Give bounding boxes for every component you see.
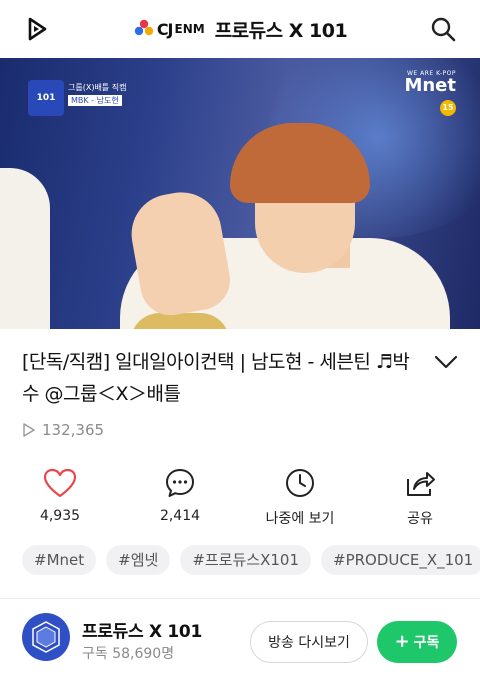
broadcaster-name: Mnet	[404, 75, 456, 96]
view-count: 132,365	[22, 421, 104, 439]
broadcaster-watermark: WE ARE K-POP Mnet 15	[404, 70, 456, 116]
logo-enm-text: ENM	[174, 22, 205, 36]
video-player[interactable]: 101 그룹(X)배틀 직캠 MBK - 남도현 WE ARE K-POP Mn…	[0, 58, 480, 329]
plus-icon: +	[394, 631, 410, 652]
comment-count: 2,414	[159, 508, 201, 524]
subscribe-label: 구독	[413, 635, 440, 651]
hashtag-chip[interactable]: #프로듀스X101	[180, 545, 311, 575]
hashtag-chip[interactable]: #PRODUCE_X_101	[321, 545, 480, 575]
hashtag-chip[interactable]: #Mnet	[22, 545, 97, 575]
action-bar: 4,935 2,414 나중에 보기 공유	[0, 466, 480, 528]
chevron-down-icon[interactable]	[434, 354, 458, 370]
comment-icon	[166, 469, 194, 497]
broadcast-replay-label: 방송 다시보기	[268, 635, 350, 651]
age-rating-badge: 15	[440, 100, 456, 116]
play-count-icon	[23, 423, 35, 437]
clock-icon	[286, 469, 314, 497]
brand-logo[interactable]: CJ ENM 프로듀스 X 101	[0, 13, 480, 45]
share-button[interactable]: 공유	[360, 466, 480, 528]
like-button[interactable]: 4,935	[0, 466, 120, 524]
like-count: 4,935	[39, 508, 81, 524]
comment-button[interactable]: 2,414	[120, 466, 240, 524]
cj-enm-logo: CJ ENM	[133, 18, 209, 40]
view-count-value: 132,365	[42, 421, 105, 439]
watch-later-label: 나중에 보기	[265, 511, 335, 527]
background-performer	[0, 168, 50, 329]
video-title: [단독/직캠] 일대일아이컨택 | 남도현 - 세븐틴 ♬박수 @그룹＜X＞배틀	[22, 351, 410, 405]
hashtag-chip[interactable]: #엠넷	[106, 545, 171, 575]
broadcast-replay-button[interactable]: 방송 다시보기	[250, 621, 368, 663]
cj-flower-icon	[134, 19, 154, 36]
produce-x-101-badge: 101	[28, 80, 64, 116]
share-icon	[407, 472, 435, 496]
page-title: 프로듀스 X 101	[214, 19, 348, 42]
channel-name[interactable]: 프로듀스 X 101	[82, 617, 202, 642]
search-icon[interactable]	[430, 16, 456, 42]
share-label: 공유	[407, 511, 433, 527]
subscriber-count: 구독 58,690명	[82, 646, 175, 662]
hashtag-list: #Mnet #엠넷 #프로듀스X101 #PRODUCE_X_101	[22, 545, 480, 577]
heart-icon	[43, 468, 77, 498]
watch-later-button[interactable]: 나중에 보기	[240, 466, 360, 528]
video-caption-line1: 그룹(X)배틀 직캠	[68, 83, 127, 92]
channel-avatar[interactable]	[22, 613, 70, 661]
video-caption: 그룹(X)배틀 직캠 MBK - 남도현	[68, 82, 126, 106]
produce-101-emblem-icon	[32, 621, 60, 653]
logo-cj-text: CJ	[156, 19, 174, 39]
video-caption-line2: MBK - 남도현	[68, 95, 122, 106]
subscribe-button[interactable]: + 구독	[377, 621, 457, 663]
top-header: CJ ENM 프로듀스 X 101	[0, 0, 480, 58]
section-divider	[0, 598, 480, 599]
